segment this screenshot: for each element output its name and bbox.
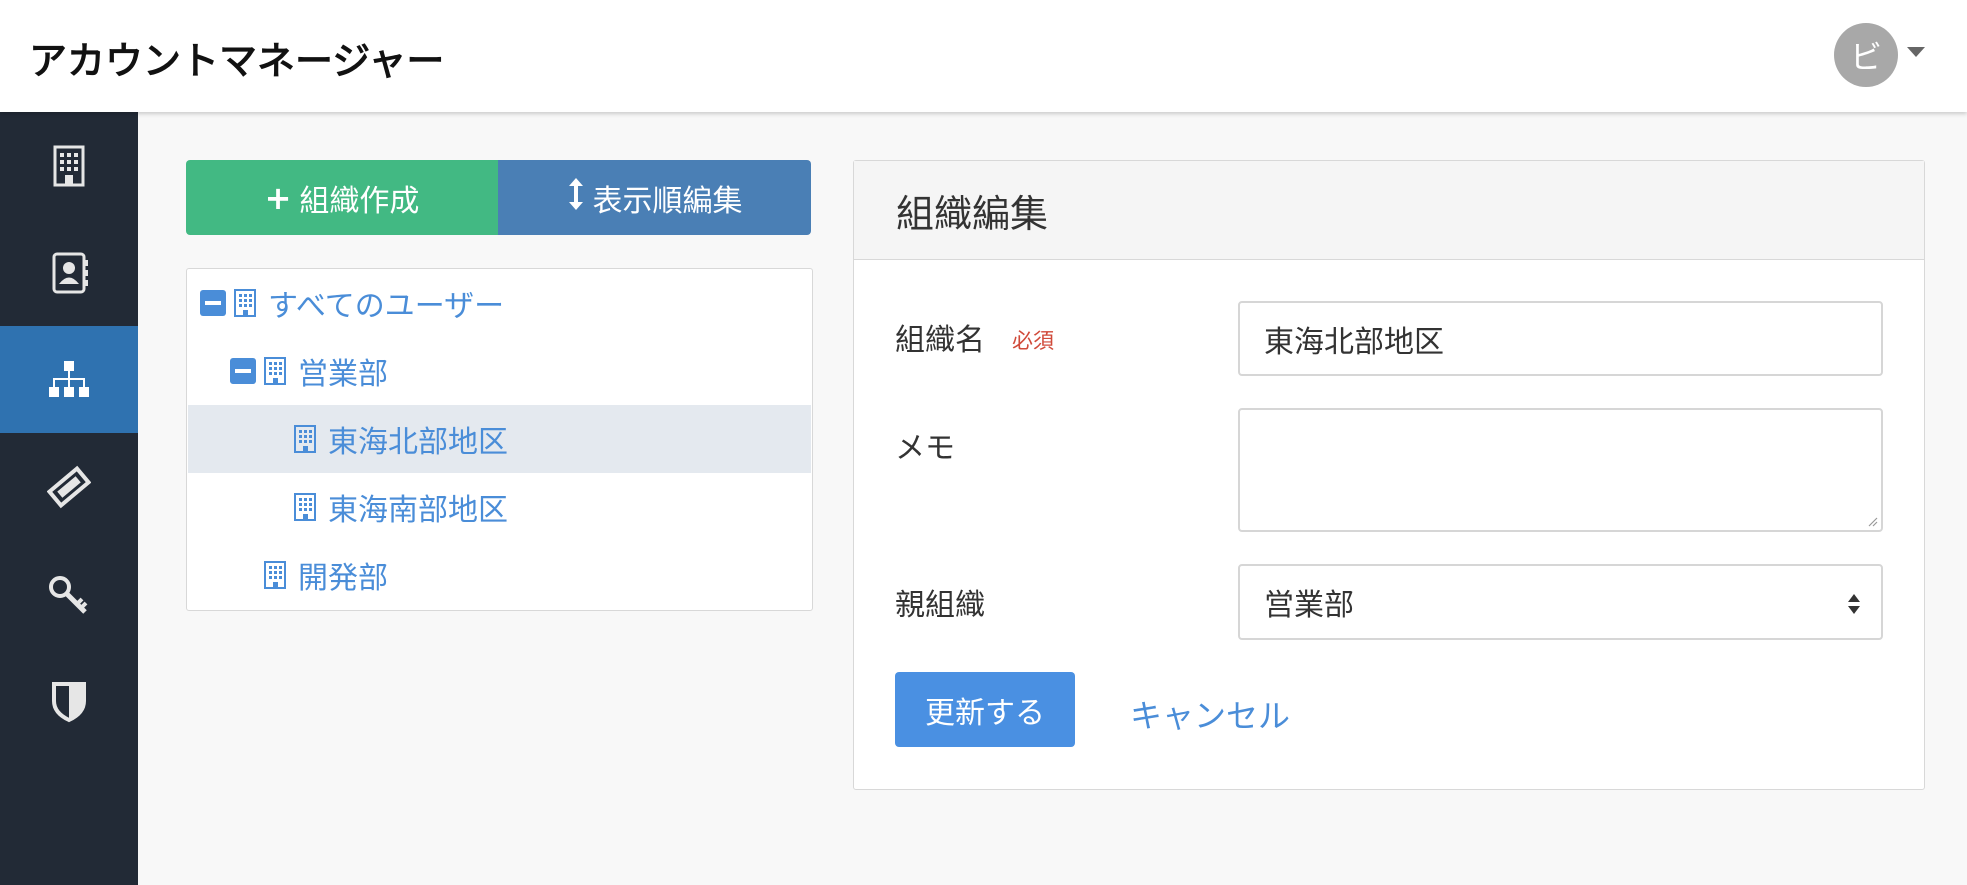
- building-icon: [232, 288, 258, 318]
- sidebar-item-organizations[interactable]: [0, 112, 138, 219]
- building-icon: [292, 424, 318, 454]
- edit-order-label: 表示順編集: [592, 183, 743, 219]
- building-icon: [262, 356, 288, 386]
- ticket-icon: [47, 465, 91, 508]
- memo-label: メモ: [895, 431, 955, 466]
- org-chart-icon: [49, 360, 89, 397]
- org-name-input[interactable]: 東海北部地区: [1238, 301, 1883, 376]
- tree-node-tokai-north[interactable]: 東海北部地区: [188, 405, 811, 473]
- shield-icon: [52, 681, 86, 722]
- select-arrows-icon: [1848, 594, 1860, 614]
- sidebar: [0, 112, 138, 885]
- parent-org-label: 親組織: [895, 588, 985, 623]
- tree-node-development[interactable]: 開発部: [188, 541, 811, 609]
- cancel-link[interactable]: キャンセル: [1130, 691, 1290, 737]
- collapse-icon[interactable]: [230, 358, 256, 384]
- sidebar-item-security[interactable]: [0, 647, 138, 754]
- required-badge: 必須: [1012, 329, 1054, 353]
- edit-order-button[interactable]: 表示順編集: [498, 160, 811, 235]
- create-org-label: 組織作成: [299, 183, 420, 219]
- org-name-label: 組織名: [895, 323, 985, 358]
- building-icon: [262, 560, 288, 590]
- tree-node-label: 開発部: [298, 561, 388, 596]
- org-tree: すべてのユーザー 営業部 東海北部地区 東海南部地区 開発部: [186, 268, 813, 611]
- tree-node-label: すべてのユーザー: [268, 289, 505, 324]
- sidebar-item-licenses[interactable]: [0, 433, 138, 540]
- parent-org-select[interactable]: 営業部: [1238, 564, 1883, 640]
- tree-node-label: 営業部: [298, 357, 388, 392]
- sidebar-item-org-structure[interactable]: [0, 326, 138, 433]
- panel-header: 組織編集: [854, 161, 1924, 260]
- update-button[interactable]: 更新する: [895, 672, 1075, 747]
- sidebar-item-users[interactable]: [0, 219, 138, 326]
- vertical-arrows-icon: [567, 177, 585, 219]
- app-header: アカウントマネージャー ビ: [0, 0, 1967, 112]
- parent-org-value: 営業部: [1264, 588, 1354, 623]
- user-avatar[interactable]: ビ: [1834, 23, 1898, 87]
- contacts-icon: [52, 252, 88, 293]
- plus-icon: +: [264, 178, 292, 217]
- tree-node-label: 東海南部地区: [328, 493, 508, 528]
- tree-node-sales[interactable]: 営業部: [188, 337, 811, 405]
- memo-textarea[interactable]: [1238, 408, 1883, 532]
- tree-node-tokai-south[interactable]: 東海南部地区: [188, 473, 811, 541]
- sidebar-item-keys[interactable]: [0, 540, 138, 647]
- tree-node-all-users[interactable]: すべてのユーザー: [188, 269, 811, 337]
- resize-handle-icon[interactable]: [1866, 515, 1878, 527]
- panel-title: 組織編集: [896, 192, 1049, 236]
- collapse-icon[interactable]: [200, 290, 226, 316]
- building-icon: [53, 145, 85, 186]
- org-edit-panel: 組織編集 組織名 必須 東海北部地区 メモ 親組織 営業部 更新する キャンセル: [853, 160, 1925, 790]
- app-title: アカウントマネージャー: [29, 39, 445, 83]
- building-icon: [292, 492, 318, 522]
- org-action-buttons: + 組織作成 表示順編集: [186, 160, 811, 235]
- caret-down-icon[interactable]: [1907, 47, 1925, 57]
- tree-node-label: 東海北部地区: [328, 425, 508, 460]
- key-icon: [49, 575, 88, 614]
- create-org-button[interactable]: + 組織作成: [186, 160, 498, 235]
